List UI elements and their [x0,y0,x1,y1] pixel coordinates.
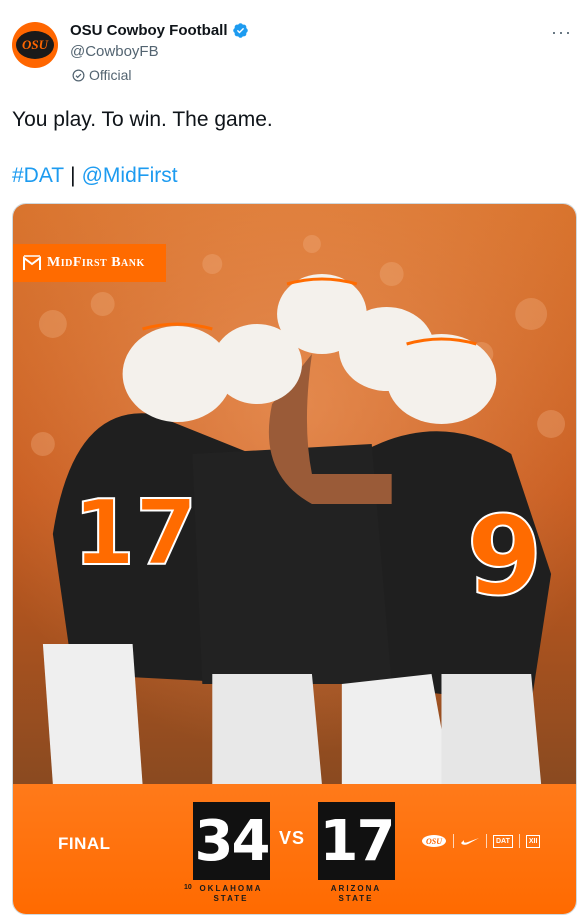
away-team-name: ARIZONA STATE [306,884,406,904]
tweet-tags: #DAT | @MidFirst [12,164,178,188]
logo-divider [518,834,520,848]
official-label: Official [72,67,132,83]
away-score: 17 [318,802,395,880]
partner-logos: OSU DAT XII [421,834,541,848]
svg-text:9: 9 [466,492,542,620]
tweet-text: You play. To win. The game. [12,108,273,131]
avatar-logo-text: OSU [21,37,48,52]
away-team-line2: STATE [338,894,374,903]
big12-logo: XII [525,834,541,848]
home-team-line1: OKLAHOMA [199,884,263,893]
team-huddle-photo: 17 9 [13,204,576,784]
author-handle[interactable]: @CowboyFB [70,43,159,60]
svg-text:17: 17 [73,482,198,586]
svg-text:OSU: OSU [426,837,443,846]
sponsor-banner: MidFirst Bank [13,244,166,282]
midfirst-logo-icon [23,255,41,270]
osu-logo: OSU [16,31,54,59]
nike-swoosh-icon [460,834,480,848]
vs-label: VS [279,828,306,848]
verified-badge-icon [232,23,248,38]
more-options-icon[interactable]: ··· [551,22,572,43]
home-team-name: OKLAHOMA STATE [181,884,281,904]
home-score: 34 [193,802,270,880]
home-team-line2: STATE [213,894,249,903]
final-label: FINAL [58,834,111,853]
osu-mini-logo: OSU [421,834,447,848]
mention-link[interactable]: @MidFirst [82,164,178,188]
avatar[interactable]: OSU [12,22,58,68]
dat-logo: DAT [493,834,513,848]
author-name-row: OSU Cowboy Football [70,22,249,39]
hashtag-link[interactable]: #DAT [12,164,64,188]
sponsor-name: MidFirst Bank [47,255,145,270]
logo-divider [453,834,454,848]
away-team-line1: ARIZONA [330,884,382,893]
tag-separator: | [70,164,76,187]
tweet-media[interactable]: 17 9 MidFirst Bank FINAL 34 VS 17 10 OKL… [12,203,577,915]
logo-divider [486,834,487,848]
official-text: Official [89,67,132,83]
scoreboard: FINAL 34 VS 17 10 OKLAHOMA STATE ARIZONA… [13,784,576,914]
display-name[interactable]: OSU Cowboy Football [70,22,228,39]
official-check-icon [72,69,85,81]
